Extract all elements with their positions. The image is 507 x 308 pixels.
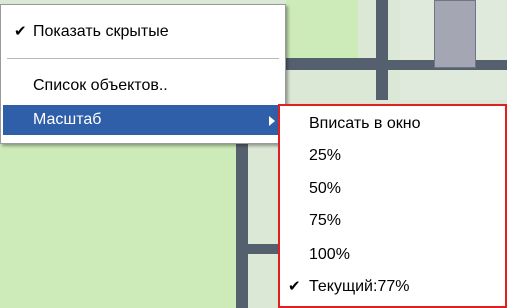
wall-horizontal-top [276, 58, 376, 70]
context-menu: ✔ Показать скрытые Список объектов.. Мас… [0, 4, 286, 144]
menu-item-label: Масштаб [33, 111, 102, 128]
menu-item-label: Вписать в окно [309, 115, 421, 132]
menu-item-object-list[interactable]: Список объектов.. [3, 71, 283, 101]
menu-item-zoom-50[interactable]: 50% [282, 174, 503, 204]
room-area-top [286, 0, 358, 58]
menu-item-zoom-100[interactable]: 100% [282, 240, 503, 270]
menu-item-zoom-current[interactable]: ✔ Текущий:77% [282, 272, 503, 302]
menu-item-label: 75% [309, 212, 342, 229]
menu-item-label: 50% [309, 180, 342, 197]
menu-item-show-hidden[interactable]: ✔ Показать скрытые [3, 17, 283, 47]
submenu-arrow-icon [269, 116, 275, 126]
room-area-left [0, 140, 238, 308]
menu-item-zoom-25[interactable]: 25% [282, 141, 503, 171]
menu-item-fit-window[interactable]: Вписать в окно [282, 109, 503, 139]
menu-item-zoom-75[interactable]: 75% [282, 206, 503, 236]
checkmark-icon: ✔ [288, 278, 301, 295]
menu-item-label: 25% [309, 147, 342, 164]
zoom-submenu: Вписать в окно 25% 50% 75% 100% ✔ Текущи… [278, 104, 507, 308]
menu-separator [7, 58, 279, 59]
menu-item-label: 100% [309, 246, 350, 263]
wall-vertical-center [236, 140, 248, 308]
wall-vertical-right [376, 0, 388, 100]
menu-item-label: Показать скрытые [33, 23, 169, 40]
checkmark-icon: ✔ [14, 23, 27, 40]
menu-item-label: Список объектов.. [33, 77, 168, 94]
menu-item-scale[interactable]: Масштаб [3, 105, 283, 135]
object-block-gray[interactable] [434, 0, 476, 68]
menu-item-label: Текущий:77% [309, 278, 410, 295]
